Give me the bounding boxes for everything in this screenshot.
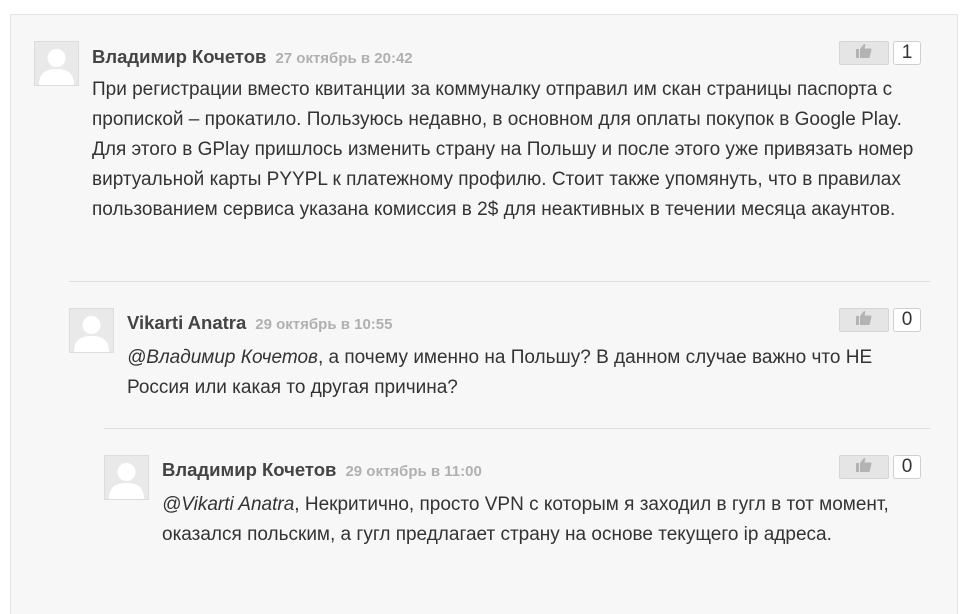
comment-body: При регистрации вместо квитанции за комм… [92, 79, 914, 220]
like-count: 0 [893, 308, 921, 332]
user-avatar-icon[interactable] [34, 41, 79, 86]
thumbs-up-icon [856, 43, 872, 63]
comment-text: При регистрации вместо квитанции за комм… [92, 75, 934, 225]
mention-link[interactable]: @Vikarti Anatra [162, 494, 294, 515]
like-button[interactable] [839, 455, 889, 479]
like-count: 0 [893, 455, 921, 479]
author-name[interactable]: Владимир Кочетов [92, 46, 266, 67]
like-button[interactable] [839, 41, 889, 65]
comment-date[interactable]: 27 октябрь в 20:42 [275, 50, 412, 67]
comment-date[interactable]: 29 октябрь в 10:55 [255, 316, 392, 333]
mention-link[interactable]: @Владимир Кочетов [127, 347, 318, 368]
user-avatar-icon[interactable] [69, 308, 114, 353]
comment-author[interactable]: Владимир Кочетов 29 октябрь в 11:00 [162, 456, 482, 486]
comment-3: Владимир Кочетов 29 октябрь в 11:00 0 @Vi… [104, 455, 930, 565]
comment-author[interactable]: Vikarti Anatra 29 октябрь в 10:55 [127, 309, 392, 339]
comment-author[interactable]: Владимир Кочетов 27 октябрь в 20:42 [92, 43, 413, 73]
author-name[interactable]: Владимир Кочетов [162, 459, 336, 480]
comment-divider [69, 281, 930, 282]
comment-2: Vikarti Anatra 29 октябрь в 10:55 0 @Влад… [69, 308, 930, 418]
like-button[interactable] [839, 308, 889, 332]
vote-control: 0 [839, 308, 921, 332]
comment-text: @Владимир Кочетов, а почему именно на По… [127, 343, 927, 403]
comment-divider [104, 428, 930, 429]
thumbs-up-icon [856, 310, 872, 330]
comment-date[interactable]: 29 октябрь в 11:00 [345, 463, 481, 480]
author-name[interactable]: Vikarti Anatra [127, 312, 246, 333]
user-avatar-icon[interactable] [104, 455, 149, 500]
like-count: 1 [893, 41, 921, 65]
vote-control: 1 [839, 41, 921, 65]
comment-1: Владимир Кочетов 27 октябрь в 20:42 1 При… [34, 41, 930, 271]
comment-text: @Vikarti Anatra, Некритично, просто VPN … [162, 490, 962, 550]
thumbs-up-icon [856, 457, 872, 477]
vote-control: 0 [839, 455, 921, 479]
